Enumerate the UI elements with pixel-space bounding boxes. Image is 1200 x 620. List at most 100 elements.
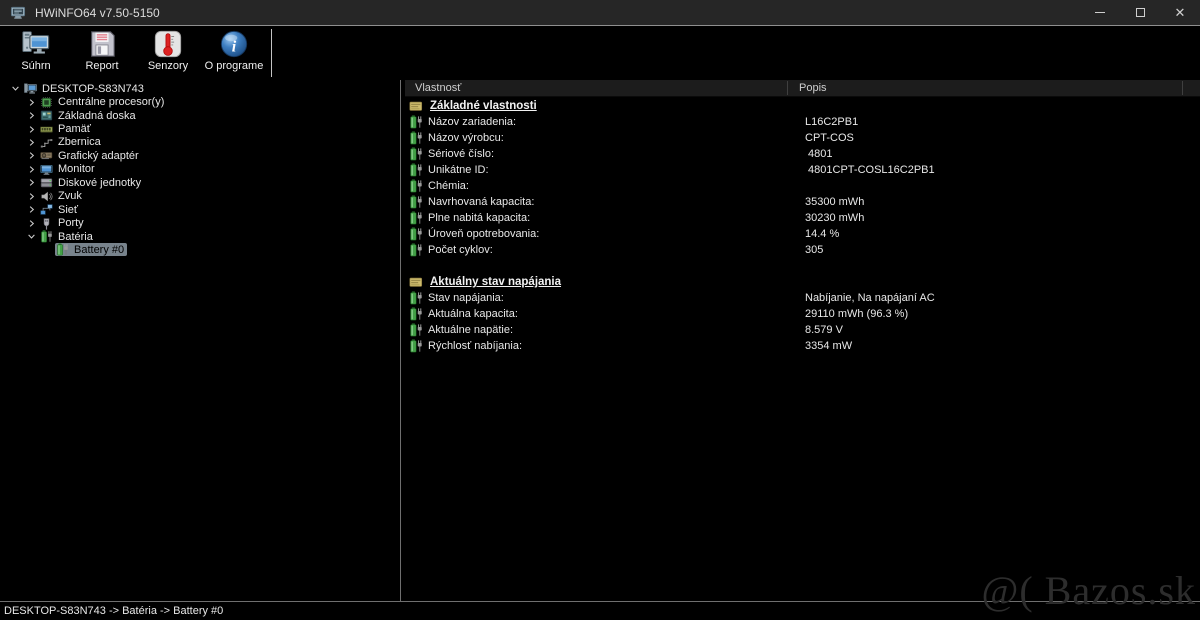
tree-item-label: Battery #0: [74, 244, 124, 256]
property-value: 14.4 %: [805, 228, 839, 240]
report-button[interactable]: Report: [72, 26, 132, 76]
battery-plug-icon: [409, 243, 425, 257]
battery-plug-icon: [409, 227, 425, 241]
toolbar: Súhrn Report Senzory i O programe: [0, 26, 1200, 79]
tree-item-label: Centrálne procesor(y): [58, 96, 164, 108]
property-row-rove-opotrebovania: Úroveň opotrebovania:14.4 %: [405, 226, 1200, 242]
property-row-navrhovan-kapacita: Navrhovaná kapacita:35300 mWh: [405, 194, 1200, 210]
tree-item-content: Základná doska: [39, 109, 139, 122]
about-button[interactable]: i O programe: [204, 26, 264, 76]
tree-item-zvuk[interactable]: Zvuk: [0, 190, 400, 203]
window-title: HWiNFO64 v7.50-5150: [35, 6, 160, 20]
tree-item-bat-ria[interactable]: Batéria: [0, 230, 400, 243]
tree-item-grafick-adapt-r[interactable]: Grafický adaptér: [0, 149, 400, 162]
tree-item-label: Porty: [58, 217, 84, 229]
tree-item-content: Pamäť: [39, 123, 94, 136]
close-icon: ✕: [1175, 6, 1186, 19]
tree-item-label: Pamäť: [58, 123, 91, 135]
about-icon: i: [219, 29, 249, 59]
tree-item-diskov-jednotky[interactable]: Diskové jednotky: [0, 176, 400, 189]
property-value: 29110 mWh (96.3 %): [805, 308, 908, 320]
column-header-popis[interactable]: Popis: [799, 80, 827, 97]
details-body: Základné vlastnostiNázov zariadenia:L16C…: [405, 98, 1200, 354]
property-row-stav-nap-jania: Stav napájania:Nabíjanie, Na napájaní AC: [405, 290, 1200, 306]
chevron-right-icon[interactable]: [24, 110, 39, 121]
battery-plug-icon: [56, 243, 70, 256]
chevron-right-icon[interactable]: [24, 177, 39, 188]
chevron-right-icon[interactable]: [24, 150, 39, 161]
property-row-n-zov-zariadenia: Názov zariadenia:L16C2PB1: [405, 114, 1200, 130]
tree-item-monitor[interactable]: Monitor: [0, 163, 400, 176]
maximize-button[interactable]: [1120, 0, 1160, 25]
property-row-ch-mia: Chémia:: [405, 178, 1200, 194]
tree-item-zbernica[interactable]: Zbernica: [0, 136, 400, 149]
tree-item-centr-lne-procesor-y[interactable]: Centrálne procesor(y): [0, 95, 400, 108]
tree-item-pam[interactable]: Pamäť: [0, 122, 400, 135]
battery-plug-icon: [409, 195, 425, 209]
chevron-right-icon[interactable]: [24, 218, 39, 229]
property-label: Počet cyklov:: [428, 244, 493, 256]
sound-icon: [40, 190, 54, 203]
battery-plug-icon: [409, 307, 425, 321]
chevron-right-icon[interactable]: [24, 204, 39, 215]
maximize-icon: [1136, 8, 1145, 17]
toolbar-separator: [271, 29, 272, 77]
section-header-z-kladn-vlastnosti: Základné vlastnosti: [405, 98, 1200, 114]
tree-item-label: Diskové jednotky: [58, 177, 141, 189]
property-label: Navrhovaná kapacita:: [428, 196, 534, 208]
property-value: 30230 mWh: [805, 212, 864, 224]
property-label: Názov zariadenia:: [428, 116, 516, 128]
property-label: Aktuálna kapacita:: [428, 308, 518, 320]
tree-item-desktop-s83n743[interactable]: DESKTOP-S83N743: [0, 82, 400, 95]
minimize-icon: [1095, 12, 1105, 13]
sensors-button[interactable]: Senzory: [138, 26, 198, 76]
titlebar: HWiNFO64 v7.50-5150 ✕: [0, 0, 1200, 26]
property-value: 4801: [805, 148, 833, 160]
chevron-down-icon[interactable]: [8, 83, 23, 94]
ports-icon: [40, 217, 54, 230]
chevron-down-icon[interactable]: [24, 231, 39, 242]
property-value: 8.579 V: [805, 324, 843, 336]
battery-plug-icon: [409, 323, 425, 337]
svg-text:i: i: [232, 39, 237, 56]
tree-item-porty[interactable]: Porty: [0, 216, 400, 229]
battery-plug-icon: [409, 179, 425, 193]
tree-item-battery-0[interactable]: Battery #0: [0, 243, 400, 256]
app-icon: [10, 5, 26, 20]
about-button-label: O programe: [205, 60, 264, 72]
property-row-po-et-cyklov: Počet cyklov:305: [405, 242, 1200, 258]
details-column-header: Vlastnosť Popis: [405, 80, 1200, 97]
main-area: DESKTOP-S83N743Centrálne procesor(y)Zákl…: [0, 80, 1200, 601]
battery-plug-icon: [409, 211, 425, 225]
tree-item-content: Centrálne procesor(y): [39, 96, 167, 109]
tree-item-content: Monitor: [39, 163, 98, 176]
chevron-right-icon[interactable]: [24, 124, 39, 135]
property-row-n-zov-v-robcu: Názov výrobcu:CPT-COS: [405, 130, 1200, 146]
battery-plug-icon: [409, 163, 425, 177]
details-panel: Vlastnosť Popis Základné vlastnostiNázov…: [405, 80, 1200, 601]
tree-item-sie[interactable]: Sieť: [0, 203, 400, 216]
column-divider[interactable]: [1182, 81, 1183, 95]
property-label: Názov výrobcu:: [428, 132, 504, 144]
chevron-right-icon[interactable]: [24, 164, 39, 175]
section-title: Aktuálny stav napájania: [430, 276, 561, 288]
tree-item-label: Sieť: [58, 204, 78, 216]
property-row-plne-nabit-kapacita: Plne nabitá kapacita:30230 mWh: [405, 210, 1200, 226]
minimize-button[interactable]: [1080, 0, 1120, 25]
chevron-right-icon[interactable]: [24, 97, 39, 108]
summary-button[interactable]: Súhrn: [6, 26, 66, 76]
column-header-vlastnost[interactable]: Vlastnosť: [415, 80, 461, 97]
tree-item-label: Batéria: [58, 231, 93, 243]
battery-plug-icon: [409, 115, 425, 129]
close-button[interactable]: ✕: [1160, 0, 1200, 25]
battery-plug-icon: [409, 131, 425, 145]
property-row-aktu-lna-kapacita: Aktuálna kapacita: 29110 mWh (96.3 %): [405, 306, 1200, 322]
monitor-icon: [40, 163, 54, 176]
battery-plug-icon: [409, 147, 425, 161]
property-label: Rýchlosť nabíjania:: [428, 340, 522, 352]
chevron-right-icon[interactable]: [24, 137, 39, 148]
chevron-right-icon[interactable]: [24, 191, 39, 202]
tree-item-z-kladn-doska[interactable]: Základná doska: [0, 109, 400, 122]
column-divider[interactable]: [787, 81, 788, 95]
property-label: Unikátne ID:: [428, 164, 489, 176]
